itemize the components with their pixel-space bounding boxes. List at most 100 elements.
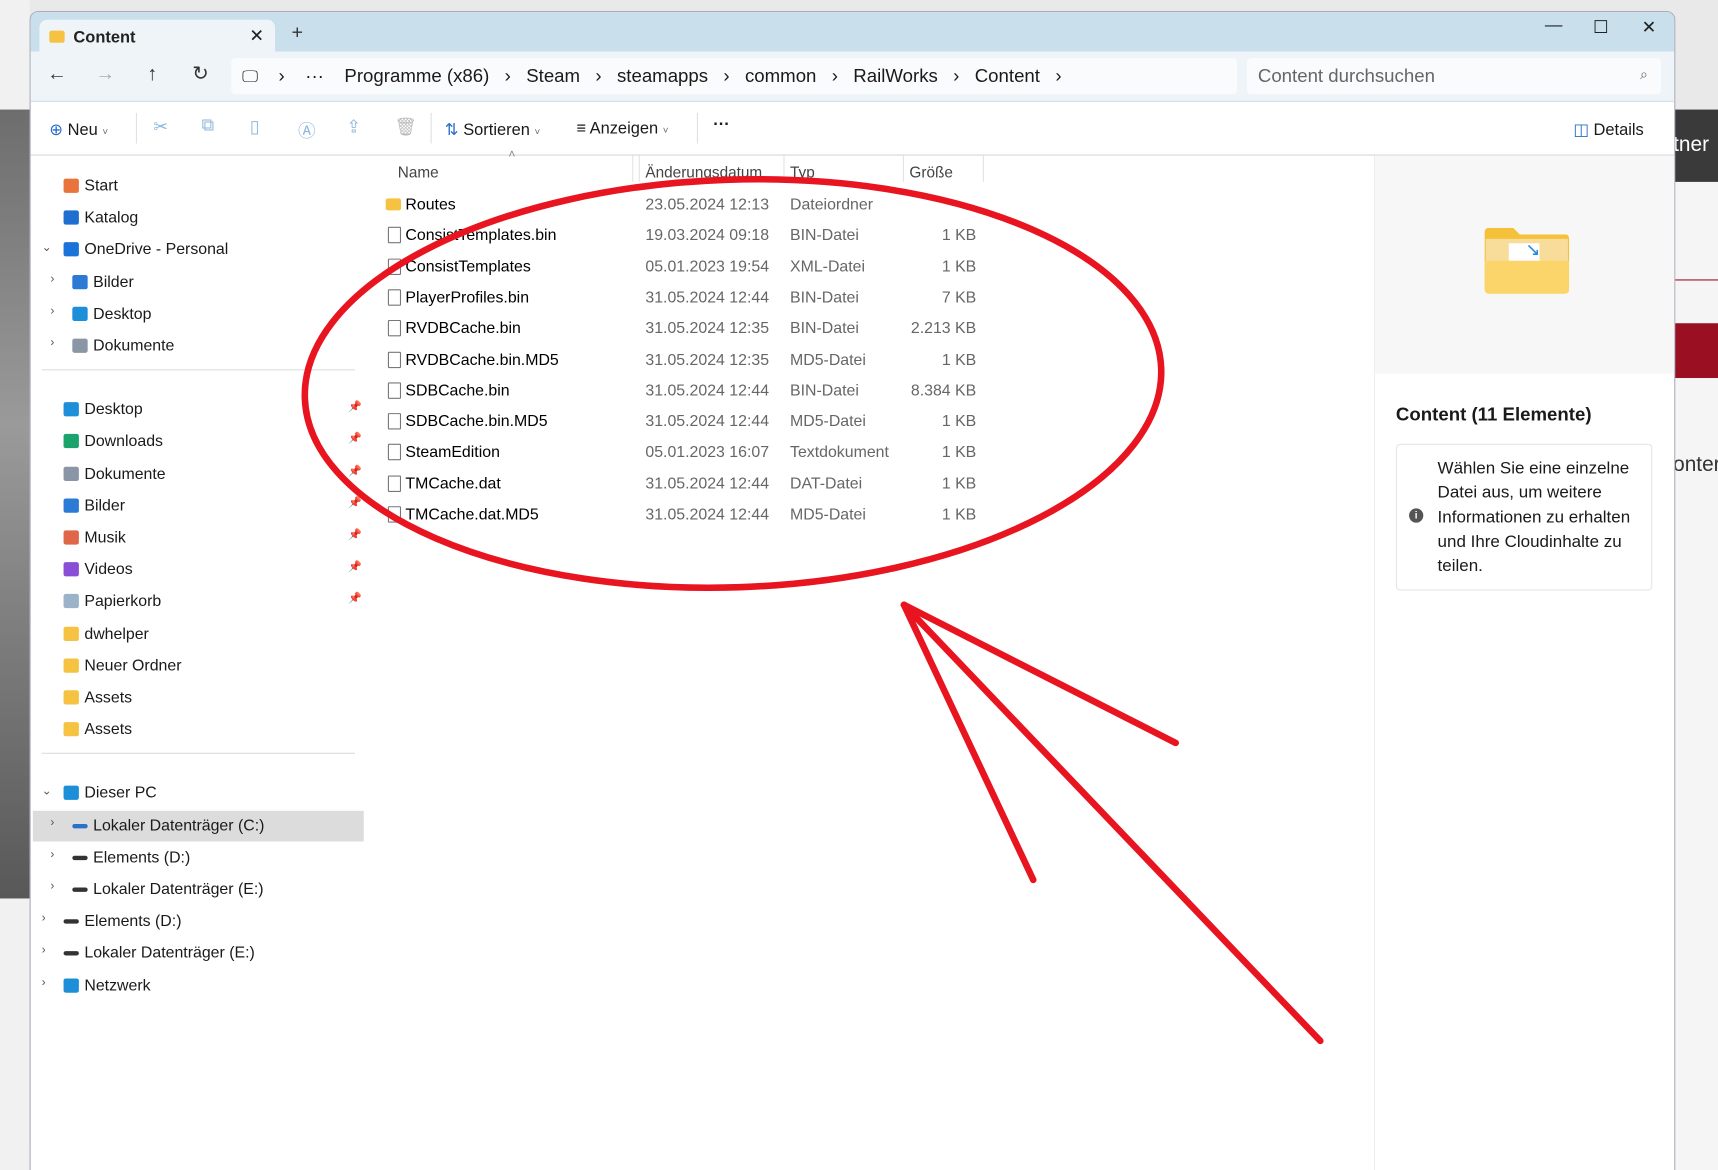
file-row[interactable]: TMCache.dat 31.05.2024 12:44 DAT-Datei 1 KB [385,469,982,500]
copy-icon[interactable]: ⧉ [202,116,215,136]
file-row[interactable]: SteamEdition 05.01.2023 16:07 Textdokument… [385,438,982,469]
tab-content[interactable]: Content ✕ [39,19,276,53]
pin-icon[interactable]: 📌 [348,465,362,477]
breadcrumb-item[interactable]: Programme (x86) [344,66,489,87]
up-button[interactable]: ↑ [139,62,165,85]
new-button[interactable]: ⊕ Neu ˅ [49,119,108,140]
sidebar-item[interactable]: Downloads 📌 [33,427,364,458]
details-pane-button[interactable]: ◫ Details [1573,119,1643,140]
breadcrumb-item[interactable]: Steam [526,66,580,87]
search-box[interactable]: Content durchsuchen ⌕ [1246,58,1662,95]
file-row[interactable]: PlayerProfiles.bin 31.05.2024 12:44 BIN-Da… [385,283,982,314]
sidebar-item[interactable]: Musik 📌 [33,523,364,554]
file-row[interactable]: ConsistTemplates.bin 19.03.2024 09:18 BIN-… [385,221,982,252]
address-bar[interactable]: 🖵 › ··· Programme (x86) › Steam › steamapps ›… [231,58,1238,95]
sidebar-item[interactable]: Videos 📌 [33,555,364,586]
sidebar-item[interactable]: Start [33,171,364,202]
sidebar-item[interactable]: › Lokaler Datenträger (E:) [33,874,364,905]
chevron-right-icon[interactable]: › [42,912,46,925]
chevron-right-icon[interactable]: › [50,816,54,829]
sidebar-item[interactable]: › Lokaler Datenträger (E:) [33,938,364,969]
sidebar-item[interactable]: › Elements (D:) [33,906,364,937]
column-divider[interactable] [632,155,634,182]
chevron-right-icon[interactable]: › [50,304,54,317]
column-header[interactable]: Name [398,163,439,181]
column-header[interactable]: Typ [790,163,815,181]
chevron-right-icon[interactable]: › [50,848,54,861]
chevron-right-icon[interactable]: › [42,976,46,989]
breadcrumb-separator[interactable]: › [279,66,285,87]
sidebar-item[interactable]: › Netzwerk [33,970,364,1001]
sidebar-item[interactable]: Neuer Ordner [33,651,364,682]
breadcrumb-item[interactable]: RailWorks [853,66,938,87]
sidebar-item[interactable]: Dokumente 📌 [33,459,364,490]
new-tab-button[interactable]: + [291,21,303,44]
sidebar-item[interactable]: Assets [33,683,364,714]
this-pc-icon[interactable]: 🖵 [242,68,258,87]
chevron-down-icon[interactable]: ⌄ [42,240,52,254]
pin-icon[interactable]: 📌 [348,561,362,573]
breadcrumb-overflow[interactable]: ··· [305,66,324,87]
chevron-right-icon[interactable]: › [50,336,54,349]
pin-icon[interactable]: 📌 [348,401,362,413]
sidebar-item[interactable]: › Bilder [33,267,364,298]
minimize-button[interactable]: — [1537,16,1570,36]
file-row[interactable]: SDBCache.bin.MD5 31.05.2024 12:44 MD5-Date… [385,407,982,438]
file-row[interactable]: TMCache.dat.MD5 31.05.2024 12:44 MD5-Datei… [385,500,982,531]
refresh-button[interactable]: ↻ [187,62,213,85]
chevron-down-icon[interactable]: ⌄ [42,784,52,798]
sidebar-item[interactable]: Bilder 📌 [33,491,364,522]
column-divider[interactable] [783,155,785,182]
share-icon[interactable]: ⇪ [346,116,361,138]
sidebar-item[interactable]: ⌄ Dieser PC [33,778,364,809]
breadcrumb-item[interactable]: steamapps [617,66,708,87]
file-row[interactable]: RVDBCache.bin 31.05.2024 12:35 BIN-Datei 2.… [385,314,982,345]
forward-button[interactable]: → [92,62,118,85]
paste-icon[interactable]: ▯ [250,116,260,138]
delete-icon[interactable]: 🗑 [394,116,416,138]
breadcrumb-separator[interactable]: › [505,66,511,87]
view-button[interactable]: ≡ Anzeigen ˅ [576,119,668,138]
pin-icon[interactable]: 📌 [348,529,362,541]
sidebar-item[interactable]: › Desktop [33,299,364,330]
more-options-button[interactable]: ··· [713,115,729,134]
sidebar-item[interactable]: Assets [33,715,364,746]
chevron-right-icon[interactable]: › [42,944,46,957]
sidebar-item[interactable]: ⌄ OneDrive - Personal [33,235,364,266]
maximize-button[interactable]: ☐ [1584,16,1617,38]
sidebar-item[interactable]: › Lokaler Datenträger (C:) [32,810,364,842]
breadcrumb-separator[interactable]: › [832,66,838,87]
column-divider[interactable] [638,155,640,182]
chevron-right-icon[interactable]: › [50,880,54,893]
column-header[interactable]: Größe [909,163,952,181]
breadcrumb-separator[interactable]: › [953,66,959,87]
breadcrumb-item[interactable]: Content [975,66,1040,87]
sidebar-item[interactable]: › Elements (D:) [33,842,364,873]
pin-icon[interactable]: 📌 [348,593,362,605]
column-divider[interactable] [982,155,984,182]
sidebar-item[interactable]: Katalog [33,203,364,234]
sidebar-item[interactable]: › Dokumente [33,331,364,362]
file-row[interactable]: SDBCache.bin 31.05.2024 12:44 BIN-Datei 8.3… [385,376,982,407]
cut-icon[interactable]: ✂ [153,116,168,138]
rename-icon[interactable]: Ⓐ [298,116,316,142]
close-button[interactable]: ✕ [1633,16,1666,38]
column-header[interactable]: Änderungsdatum [645,163,762,181]
sidebar-item[interactable]: Desktop 📌 [33,395,364,426]
breadcrumb-separator[interactable]: › [595,66,601,87]
breadcrumb-separator[interactable]: › [723,66,729,87]
column-divider[interactable] [902,155,904,182]
breadcrumb-item[interactable]: common [745,66,816,87]
file-row[interactable]: Routes 23.05.2024 12:13 Dateiordner [385,190,982,221]
search-input[interactable]: Content durchsuchen [1258,66,1435,88]
pin-icon[interactable]: 📌 [348,497,362,509]
breadcrumb-separator[interactable]: › [1055,66,1061,87]
sidebar-item[interactable]: dwhelper [33,619,364,650]
file-row[interactable]: RVDBCache.bin.MD5 31.05.2024 12:35 MD5-Dat… [385,345,982,376]
chevron-right-icon[interactable]: › [50,272,54,285]
back-button[interactable]: ← [44,62,70,85]
sidebar-item[interactable]: Papierkorb 📌 [33,587,364,618]
file-row[interactable]: ConsistTemplates 05.01.2023 19:54 XML-Date… [385,252,982,283]
sort-button[interactable]: ⇅ Sortieren ˅ [445,119,540,140]
close-tab-button[interactable]: ✕ [249,25,264,47]
